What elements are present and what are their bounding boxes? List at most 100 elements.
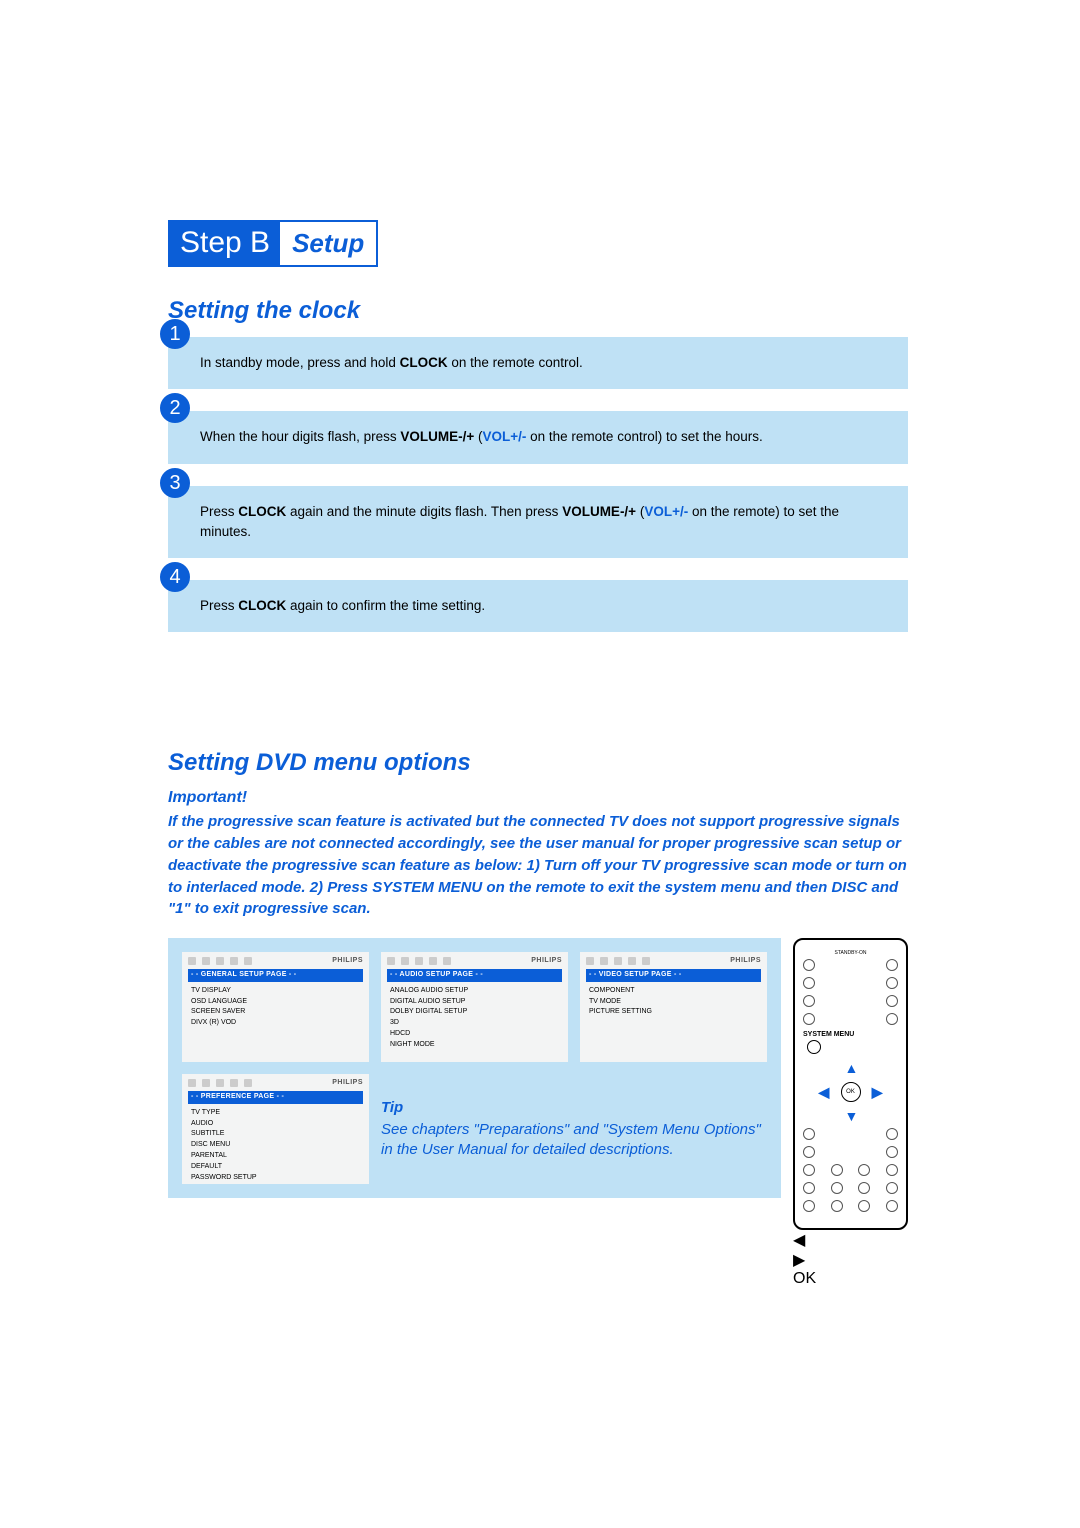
remote-button (803, 1164, 815, 1176)
ok-callout-label: OK (793, 1270, 908, 1288)
list-item: ANALOG AUDIO SETUP (387, 986, 562, 997)
clock-step-2: 2 When the hour digits flash, press VOLU… (168, 411, 908, 463)
list-item: SUBTITLE (188, 1129, 363, 1140)
list-item: PARENTAL (188, 1151, 363, 1162)
remote-button (886, 977, 898, 989)
remote-button (831, 1200, 843, 1212)
keyword-clock: CLOCK (238, 504, 286, 519)
keyword-clock: CLOCK (238, 598, 286, 613)
step-number-badge: 4 (160, 562, 190, 592)
keyword-clock: CLOCK (400, 355, 448, 370)
remote-button (886, 1200, 898, 1212)
step-text: ( (474, 429, 482, 444)
list-item: OSD LANGUAGE (188, 997, 363, 1008)
step-text: again and the minute digits flash. Then … (286, 504, 562, 519)
tip-head: Tip (381, 1098, 767, 1118)
menu-general: PHILIPS - - GENERAL SETUP PAGE - - TV DI… (182, 952, 369, 1062)
list-item: 3D (387, 1018, 562, 1029)
clock-step-3: 3 Press CLOCK again and the minute digit… (168, 486, 908, 559)
ok-button-icon: OK (841, 1082, 861, 1102)
list-item: PASSWORD SETUP (188, 1173, 363, 1184)
remote-button (831, 1164, 843, 1176)
remote-button (886, 1146, 898, 1158)
remote-button (803, 1146, 815, 1158)
list-item: PICTURE SETTING (586, 1007, 761, 1018)
remote-button (886, 1128, 898, 1140)
step-text: In standby mode, press and hold (200, 355, 400, 370)
list-item: TV TYPE (188, 1108, 363, 1119)
step-text: on the remote control) to set the hours. (526, 429, 762, 444)
step-text: again to confirm the time setting. (286, 598, 485, 613)
list-item: NIGHT MODE (387, 1040, 562, 1051)
keyword-vol-remote: VOL+/- (483, 429, 527, 444)
list-item: DEFAULT (188, 1162, 363, 1173)
important-body: If the progressive scan feature is activ… (168, 811, 908, 920)
menu-video: PHILIPS - - VIDEO SETUP PAGE - - COMPONE… (580, 952, 767, 1062)
remote-button (886, 959, 898, 971)
list-item: TV MODE (586, 997, 761, 1008)
remote-button (886, 1182, 898, 1194)
keyword-volume: VOLUME-/+ (400, 429, 474, 444)
remote-button (886, 995, 898, 1007)
remote-button (803, 1200, 815, 1212)
remote-button (803, 977, 815, 989)
step-text: on the remote control. (448, 355, 583, 370)
remote-standby-label: STANDBY-ON (803, 950, 898, 956)
callout-arrow-left-icon: ◀ (793, 1230, 908, 1250)
arrow-down-icon: ▼ (845, 1108, 859, 1124)
arrow-left-icon: ◀ (819, 1084, 830, 1101)
list-item: DOLBY DIGITAL SETUP (387, 1007, 562, 1018)
remote-button (858, 1164, 870, 1176)
menu-bar: - - PREFERENCE PAGE - - (188, 1091, 363, 1104)
list-item: DIVX (R) VOD (188, 1018, 363, 1029)
tip-block: Tip See chapters "Preparations" and "Sys… (381, 1098, 767, 1161)
menu-panel: PHILIPS - - GENERAL SETUP PAGE - - TV DI… (168, 938, 781, 1198)
keyword-vol-remote: VOL+/- (644, 504, 688, 519)
step-name: Setup (280, 222, 376, 265)
remote-button (886, 1013, 898, 1025)
step-letter: Step B (170, 222, 280, 265)
system-menu-button-icon (807, 1040, 821, 1054)
step-text: Press (200, 504, 238, 519)
list-item: TV DISPLAY (188, 986, 363, 997)
menu-bar: - - AUDIO SETUP PAGE - - (387, 969, 562, 982)
step-text: Press (200, 598, 238, 613)
remote-illustration: STANDBY-ON SYSTEM MENU ▲ ▼ ◀ ▶ OK (793, 938, 908, 1230)
remote-button (831, 1182, 843, 1194)
step-number-badge: 2 (160, 393, 190, 423)
remote-button (858, 1182, 870, 1194)
section-title-clock: Setting the clock (168, 297, 908, 325)
list-item: HDCD (387, 1029, 562, 1040)
list-item: AUDIO (188, 1119, 363, 1130)
remote-button (803, 1013, 815, 1025)
list-item: DISC MENU (188, 1140, 363, 1151)
remote-button (858, 1200, 870, 1212)
list-item: SCREEN SAVER (188, 1007, 363, 1018)
remote-sysmenu-label: SYSTEM MENU (803, 1031, 898, 1038)
step-text: When the hour digits flash, press (200, 429, 400, 444)
list-item: DIGITAL AUDIO SETUP (387, 997, 562, 1008)
clock-step-1: 1 In standby mode, press and hold CLOCK … (168, 337, 908, 389)
remote-button (803, 1182, 815, 1194)
menu-audio: PHILIPS - - AUDIO SETUP PAGE - - ANALOG … (381, 952, 568, 1062)
menu-bar: - - GENERAL SETUP PAGE - - (188, 969, 363, 982)
remote-button (803, 1128, 815, 1140)
menu-preference: PHILIPS - - PREFERENCE PAGE - - TV TYPE … (182, 1074, 369, 1184)
remote-button (886, 1164, 898, 1176)
list-item: COMPONENT (586, 986, 761, 997)
remote-button (803, 995, 815, 1007)
step-number-badge: 1 (160, 319, 190, 349)
page-content: Step B Setup Setting the clock 1 In stan… (168, 220, 908, 1288)
remote-button (803, 959, 815, 971)
arrow-right-icon: ▶ (872, 1084, 883, 1101)
important-label: Important! (168, 789, 908, 807)
callout-arrow-right-icon: ▶ (793, 1250, 908, 1270)
menu-bar: - - VIDEO SETUP PAGE - - (586, 969, 761, 982)
step-number-badge: 3 (160, 468, 190, 498)
section-title-dvd: Setting DVD menu options (168, 749, 908, 777)
step-box: Step B Setup (168, 220, 378, 267)
keyword-volume: VOLUME-/+ (562, 504, 636, 519)
arrow-up-icon: ▲ (845, 1060, 859, 1076)
tip-body: See chapters "Preparations" and "System … (381, 1120, 767, 1161)
clock-step-4: 4 Press CLOCK again to confirm the time … (168, 580, 908, 632)
